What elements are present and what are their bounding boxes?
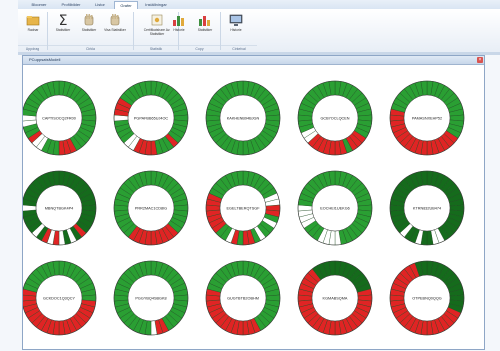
bar-chart-icon (199, 16, 210, 26)
donut-chart[interactable]: EOCHEI1UEKG6 (297, 170, 373, 246)
donut-chart[interactable]: CAPTISOCQ2FR00 (23, 80, 97, 156)
monitor-icon (229, 14, 243, 26)
visa-statistiker-button[interactable]: Visa Statistiker (102, 11, 128, 45)
donut-chart[interactable]: GUGTBTB2OBHM (205, 260, 281, 336)
group-label-copy: Copy (179, 45, 220, 52)
svg-text:Σ: Σ (59, 13, 68, 27)
donut-label: PRR2MAC1CD8IG (135, 207, 167, 211)
donut-label: EOCHEI1UEKG6 (320, 207, 350, 211)
hand-icon (110, 14, 120, 26)
donut-chart[interactable]: KTRN832UB474 (389, 170, 465, 246)
statistiker-sigma-button[interactable]: Σ Statistiker (50, 11, 76, 45)
donut-chart[interactable]: GCKDOC1Q3QCY (23, 260, 97, 336)
donut-chart[interactable]: PRR2MAC1CD8IG (113, 170, 189, 246)
donut-chart[interactable]: PAMASNXEHP52 (389, 80, 465, 156)
donut-label: GUGTBTB2OBHM (227, 297, 259, 301)
chart-window: PCuppsatsModell × CAPTISOCQ2FR00 PGPAFBB6… (22, 55, 485, 350)
donut-label: EGELTBERQTSGF (226, 207, 260, 211)
statistiker-chart-button[interactable]: Statistiker (192, 11, 218, 45)
donut-label: GCB7OCLQCEN (320, 117, 349, 121)
bar-chart-icon (173, 16, 184, 26)
historie-monitor-button[interactable]: Historie (223, 11, 249, 45)
folder-icon (26, 16, 40, 26)
donut-label: GCKDOC1Q3QCY (43, 297, 76, 301)
donut-label: MBNQTBGK4P4 (45, 207, 73, 211)
donut-grid: CAPTISOCQ2FR00 PGPAFBB65UJ4OC KAKHENB94BJG… (23, 80, 465, 336)
group-label-cirkla: Cirkla (48, 45, 133, 52)
tab-listor[interactable]: Listor (90, 1, 110, 9)
tab-profilbilder[interactable]: Profilbilder (56, 1, 86, 9)
radnar-label: Radnar (27, 28, 39, 32)
statistiker-chart-label: Statistiker (197, 28, 213, 32)
group-label-uppdrag: Uppdrag (18, 45, 47, 52)
historie-chart-button[interactable]: Historie (166, 11, 192, 45)
group-label-statistik: Statistik (134, 45, 178, 52)
ribbon-toolbar: Radnar Σ Statistiker Statistiker Visa St… (18, 9, 500, 53)
donut-chart[interactable]: MBNQTBGK4P4 (23, 170, 97, 246)
visa-statistiker-label: Visa Statistiker (104, 28, 126, 32)
statistiker-hand-button[interactable]: Statistiker (76, 11, 102, 45)
donut-chart[interactable]: KGMABSQMA (297, 260, 373, 336)
donut-label: PGGYBQ4SBGK8 (135, 297, 166, 301)
radnar-button[interactable]: Radnar (20, 11, 46, 45)
tab-bloomer[interactable]: Bloomer (26, 1, 52, 9)
donut-label: KTRN832UB474 (413, 207, 441, 211)
donut-label: PAMASNXEHP52 (412, 117, 442, 121)
donut-label: PGPAFBB65UJ4OC (134, 117, 169, 121)
tab-installningar[interactable]: Inställningar (140, 1, 172, 9)
donut-chart[interactable]: OTPEBNQ0QQG (389, 260, 465, 336)
hand-icon (84, 14, 94, 26)
donut-chart[interactable]: PGGYBQ4SBGK8 (113, 260, 189, 336)
certificate-icon (151, 14, 163, 26)
donut-chart[interactable]: GCB7OCLQCEN (297, 80, 373, 156)
donut-label: CAPTISOCQ2FR00 (42, 117, 76, 121)
group-label-cirkelval: Cirkelval (221, 45, 257, 52)
historie-monitor-label: Historie (230, 28, 242, 32)
donut-chart[interactable]: KAKHENB94BJGN (205, 80, 281, 156)
donut-chart[interactable]: EGELTBERQTSGF (205, 170, 281, 246)
donut-label: OTPEBNQ0QQG (412, 297, 442, 301)
donut-chart[interactable]: PGPAFBB65UJ4OC (113, 80, 189, 156)
donut-label: KAKHENB94BJGN (227, 117, 260, 121)
sigma-icon: Σ (59, 13, 68, 27)
donut-label: KGMABSQMA (323, 297, 348, 301)
